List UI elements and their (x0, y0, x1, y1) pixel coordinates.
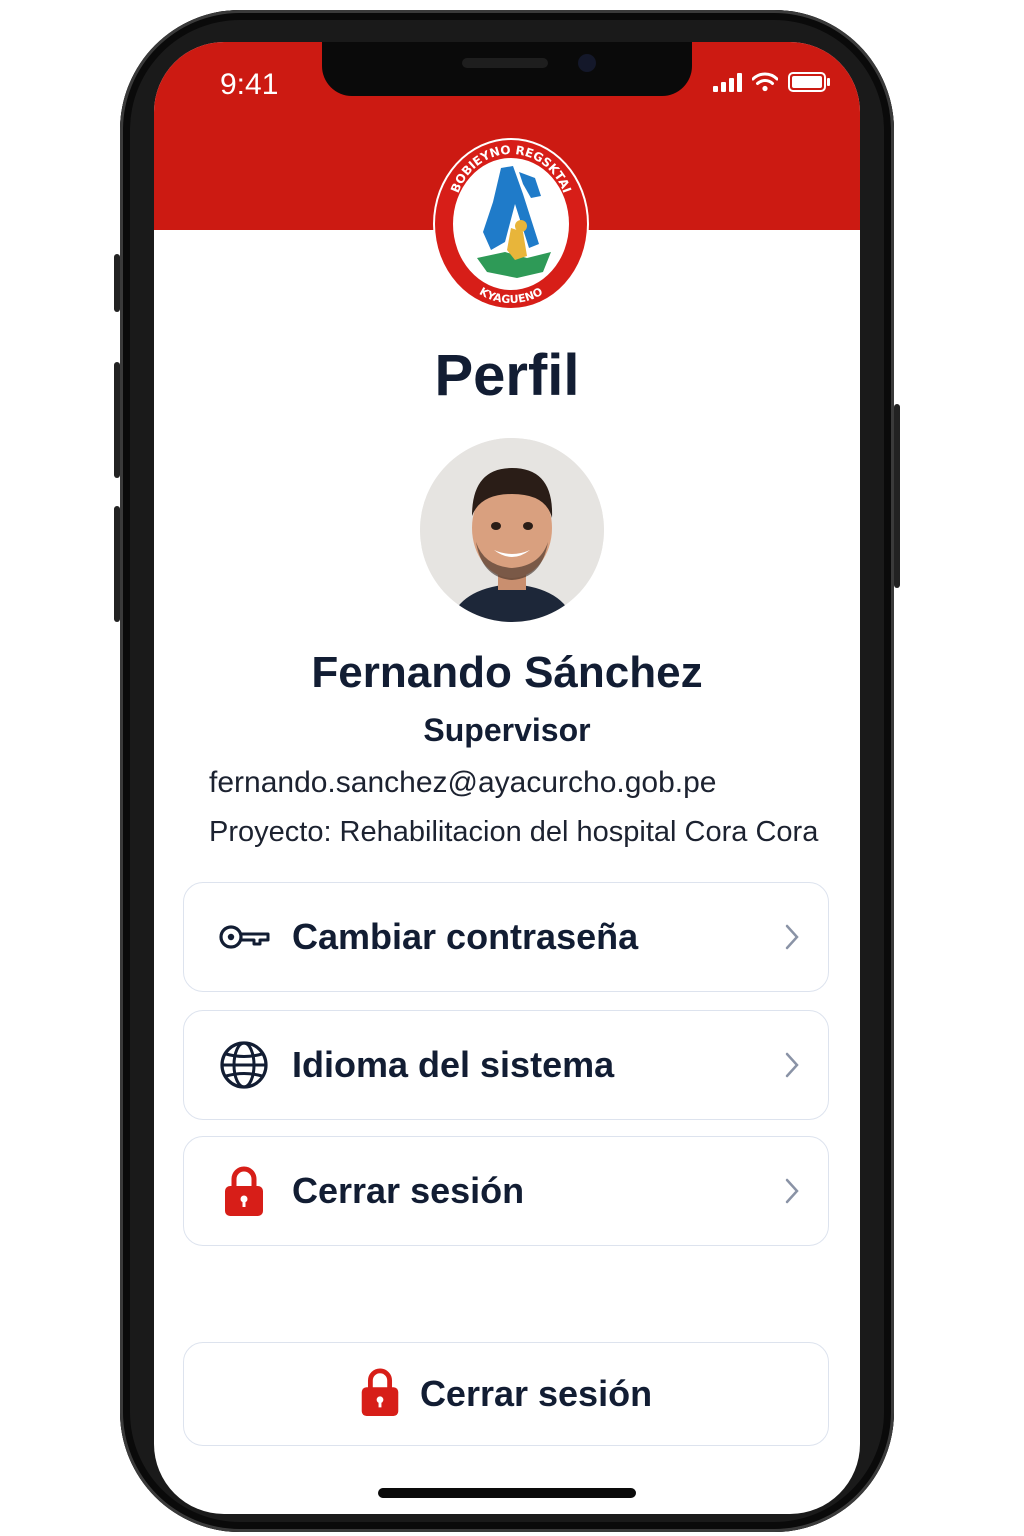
notch (322, 42, 692, 96)
wifi-icon (752, 72, 778, 92)
logout-button[interactable]: Cerrar sesión (183, 1342, 829, 1446)
user-role: Supervisor (423, 712, 591, 748)
lock-icon (360, 1367, 400, 1422)
user-name: Fernando Sánchez (311, 648, 703, 697)
user-project: Proyecto: Rehabilitacion del hospital Co… (209, 816, 819, 848)
system-language-item[interactable]: Idioma del sistema (183, 1010, 829, 1120)
change-password-item[interactable]: Cambiar contraseña (183, 882, 829, 992)
power-button (894, 404, 900, 588)
volume-up-button (114, 362, 120, 478)
logout-item-label: Cerrar sesión (292, 1170, 525, 1211)
signal-icon (713, 72, 742, 92)
key-icon (218, 911, 270, 963)
speaker (462, 58, 548, 68)
chevron-right-icon (785, 924, 799, 950)
phone-screen: 9:41 BOBIEYNO REGSKTAI KYAGUENO Perfil F… (154, 42, 860, 1514)
logout-button-label: Cerrar sesión (419, 1373, 653, 1414)
status-icons (713, 72, 830, 92)
globe-icon (218, 1039, 270, 1091)
avatar (420, 438, 604, 622)
status-time: 9:41 (220, 68, 279, 101)
logout-item[interactable]: Cerrar sesión (183, 1136, 829, 1246)
system-language-label: Idioma del sistema (292, 1044, 615, 1085)
page-title: Perfil (434, 343, 580, 408)
volume-down-button (114, 506, 120, 622)
user-email: fernando.sanchez@ayacurcho.gob.pe (209, 766, 717, 799)
home-indicator (378, 1488, 636, 1498)
chevron-right-icon (785, 1178, 799, 1204)
lock-icon (218, 1165, 270, 1217)
chevron-right-icon (785, 1052, 799, 1078)
change-password-label: Cambiar contraseña (292, 916, 639, 957)
mute-switch (114, 254, 120, 312)
front-camera (578, 54, 596, 72)
battery-icon (788, 72, 830, 92)
regional-government-logo: BOBIEYNO REGSKTAI KYAGUENO (433, 138, 589, 310)
